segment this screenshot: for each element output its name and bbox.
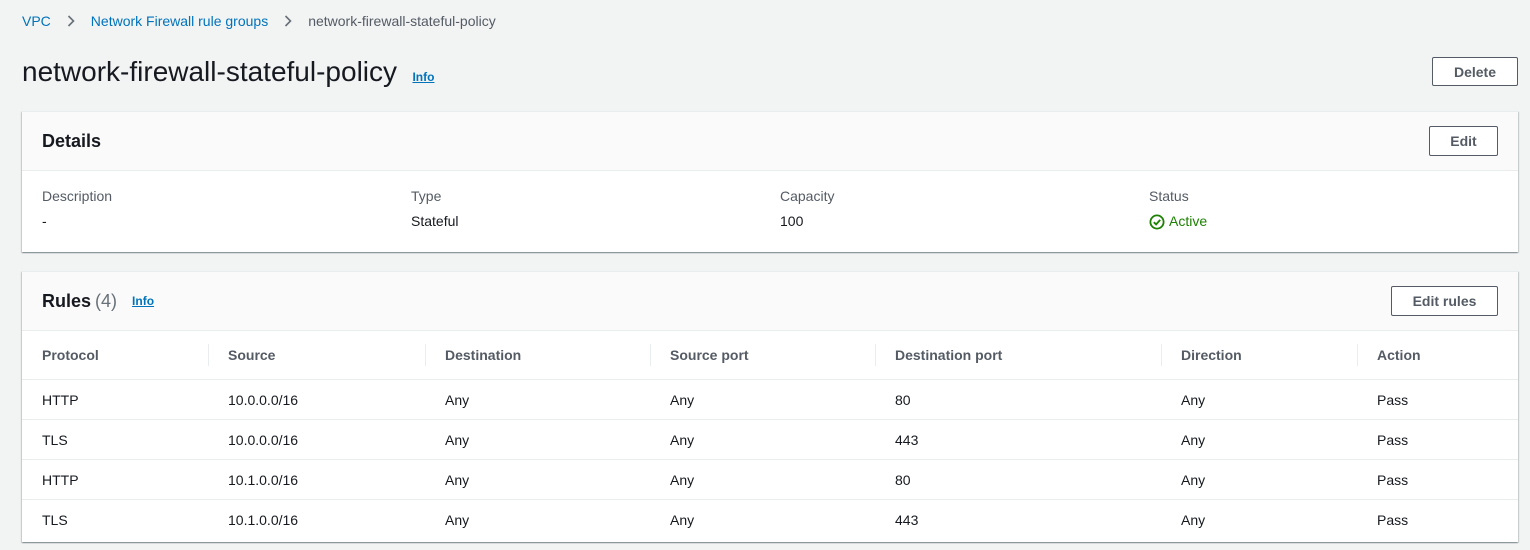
table-cell: 80 [875,459,1161,500]
table-row[interactable]: HTTP 10.1.0.0/16 Any Any 80 Any Pass [22,459,1518,500]
column-header-label: Protocol [42,347,99,363]
status-label: Status [1149,188,1189,204]
table-cell: 80 [875,379,1161,420]
rules-panel: Rules (4) Info Edit rules Protocol Source D… [22,271,1518,542]
table-cell: TLS [22,419,208,460]
column-header-label: Destination port [895,347,1003,363]
chevron-right-icon [65,12,77,30]
column-header-action[interactable]: Action [1357,331,1518,380]
description-label: Description [42,188,113,204]
delete-button[interactable]: Delete [1432,57,1518,86]
table-cell: Pass [1357,459,1518,500]
rules-info-link[interactable]: Info [132,294,154,308]
breadcrumb-vpc-link[interactable]: VPC [22,13,51,29]
column-header-direction[interactable]: Direction [1161,331,1357,380]
table-row[interactable]: TLS 10.0.0.0/16 Any Any 443 Any Pass [22,419,1518,460]
type-label: Type [411,188,442,204]
column-divider [1357,344,1358,366]
capacity-value: 100 [780,213,804,229]
table-cell: Any [1181,511,1206,528]
table-header-row: Protocol Source Destination Source port Dest… [22,331,1518,380]
edit-rules-button[interactable]: Edit rules [1391,286,1498,316]
details-title: Details [42,130,102,151]
column-header-label: Action [1377,347,1421,363]
column-header-destination[interactable]: Destination [425,331,650,380]
column-header-label: Destination [445,347,522,363]
check-circle-icon [1149,214,1169,230]
column-header-protocol[interactable]: Protocol [22,331,208,380]
breadcrumb-rule-groups-link[interactable]: Network Firewall rule groups [91,13,268,29]
table-cell: Pass [1377,511,1409,528]
table-cell: Any [425,459,650,500]
detail-description: Description - [42,188,112,230]
table-row[interactable]: HTTP 10.0.0.0/16 Any Any 80 Any Pass [22,379,1518,420]
breadcrumb-current: network-firewall-stateful-policy [308,13,496,29]
rules-table-body: HTTP 10.0.0.0/16 Any Any 80 Any Pass TLS 10.0.0.… [22,379,1518,540]
details-header: Details Edit [22,112,1518,171]
column-divider [1161,344,1162,366]
table-cell: 10.0.0.0/16 [208,419,425,460]
table-cell: Any [445,511,470,528]
table-cell: 443 [895,511,919,528]
table-cell: 10.1.0.0/16 [228,511,299,528]
rules-title: Rules (4) [42,291,117,312]
description-value: - [42,213,47,229]
table-row[interactable]: TLS 10.1.0.0/16 Any Any 443 Any Pass [22,500,1518,540]
table-cell: TLS [42,511,68,528]
table-cell: Any [425,419,650,460]
type-value: Stateful [411,213,459,229]
column-divider [425,344,426,366]
table-cell: 443 [875,419,1161,460]
table-cell: HTTP [22,459,208,500]
table-cell: Any [650,419,875,460]
table-cell: Any [425,379,650,420]
table-cell: Pass [1357,419,1518,460]
details-panel: Details Edit Description - Type Stateful… [22,111,1518,252]
table-cell: Any [650,379,875,420]
page-info-link[interactable]: Info [412,70,434,84]
table-cell: Any [1161,419,1357,460]
table-cell: 10.1.0.0/16 [208,459,425,500]
table-cell: Pass [1357,379,1518,420]
rules-table: Protocol Source Destination Source port Dest… [22,331,1518,539]
table-cell: Any [650,459,875,500]
status-value: Active [1169,213,1208,229]
column-divider [650,344,651,366]
column-header-source[interactable]: Source [208,331,425,380]
column-divider [875,344,876,366]
rules-title-text: Rules [42,290,92,311]
column-header-label: Direction [1181,347,1242,363]
column-header-source-port[interactable]: Source port [650,331,875,380]
column-header-label: Source [228,347,276,363]
detail-type: Type Stateful [411,188,458,230]
breadcrumb: VPC Network Firewall rule groups network… [22,12,496,30]
chevron-right-icon [282,12,294,30]
page-header: network-firewall-stateful-policy Info [22,52,1518,92]
table-cell: Any [1161,379,1357,420]
edit-details-button[interactable]: Edit [1429,126,1498,156]
column-header-label: Source port [670,347,749,363]
table-cell: 10.0.0.0/16 [208,379,425,420]
capacity-label: Capacity [780,188,835,204]
table-cell: Any [670,511,695,528]
rules-count: (4) [95,290,118,311]
status-badge: Active [1149,213,1207,230]
table-cell: HTTP [22,379,208,420]
page-title: network-firewall-stateful-policy [22,56,398,87]
column-divider [208,344,209,366]
detail-capacity: Capacity 100 [780,188,834,230]
table-cell: Any [1161,459,1357,500]
detail-status: Status Active [1149,188,1207,230]
rules-header: Rules (4) Info Edit rules [22,272,1518,331]
column-header-destination-port[interactable]: Destination port [875,331,1161,380]
